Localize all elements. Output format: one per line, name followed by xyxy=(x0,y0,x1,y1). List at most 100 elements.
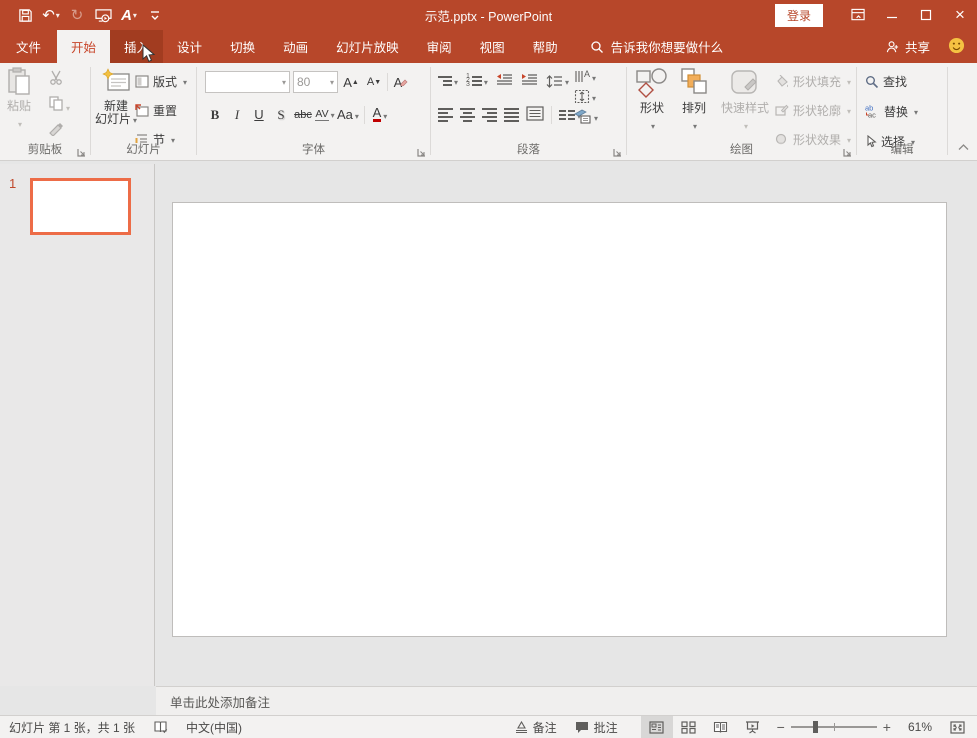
svg-text:ac: ac xyxy=(868,111,876,119)
character-spacing-button[interactable]: AV xyxy=(315,104,335,125)
arrange-button[interactable]: 排列 xyxy=(679,67,709,132)
clear-formatting-button[interactable]: A xyxy=(391,72,411,93)
underline-button[interactable]: U xyxy=(249,104,269,125)
align-text-caret-icon xyxy=(590,90,596,104)
shapes-caret-icon xyxy=(649,118,655,132)
group-paragraph: 123 A 段落 xyxy=(431,63,626,160)
reset-button[interactable]: 重置 xyxy=(135,99,187,121)
save-icon[interactable] xyxy=(14,3,36,27)
reading-view-button[interactable] xyxy=(705,716,737,738)
align-center-button[interactable] xyxy=(460,108,475,122)
qat-letter-button[interactable]: A▾ xyxy=(118,3,140,27)
tab-design[interactable]: 设计 xyxy=(163,30,216,63)
justify-button[interactable] xyxy=(504,108,519,122)
bullets-button[interactable] xyxy=(438,74,458,88)
shape-fill-label: 形状填充 xyxy=(793,73,841,90)
shape-outline-caret-icon xyxy=(845,103,851,117)
ribbon-display-options-button[interactable] xyxy=(841,0,875,30)
tell-me-search[interactable]: 告诉我你想要做什么 xyxy=(572,30,724,63)
replace-button[interactable]: abac 替换 xyxy=(865,100,918,122)
tab-slideshow[interactable]: 幻灯片放映 xyxy=(322,30,413,63)
align-text-button[interactable] xyxy=(574,89,598,104)
close-button[interactable]: × xyxy=(943,0,977,30)
paragraph-group-label: 段落 xyxy=(431,141,626,157)
sign-in-button[interactable]: 登录 xyxy=(775,4,823,27)
clipboard-dialog-launcher-icon[interactable] xyxy=(77,146,87,156)
slide-sorter-view-button[interactable] xyxy=(673,716,705,738)
editing-group-label: 编辑 xyxy=(857,141,947,157)
zoom-controls: − + xyxy=(769,719,899,735)
bold-button[interactable]: B xyxy=(205,104,225,125)
slideshow-view-button[interactable] xyxy=(737,716,769,738)
layout-label: 版式 xyxy=(153,73,177,90)
font-name-combobox[interactable]: ▾ xyxy=(205,71,290,93)
tab-animations[interactable]: 动画 xyxy=(269,30,322,63)
align-right-button[interactable] xyxy=(482,108,497,122)
normal-view-button[interactable] xyxy=(641,716,673,738)
slide-thumbnail-1[interactable] xyxy=(30,178,131,235)
ribbon-home: 粘贴 剪贴板 新建 幻灯片 版式 xyxy=(0,63,977,161)
minimize-button[interactable] xyxy=(875,0,909,30)
increase-indent-button[interactable] xyxy=(521,73,538,89)
decrease-font-size-button[interactable]: A▼ xyxy=(364,72,384,93)
convert-smartart-button[interactable] xyxy=(574,109,598,124)
shapes-button[interactable]: 形状 xyxy=(635,67,669,132)
font-size-combobox[interactable]: 80▾ xyxy=(293,71,338,93)
italic-button[interactable]: I xyxy=(227,104,247,125)
slide-counter: 幻灯片 第 1 张，共 1 张 xyxy=(0,716,144,738)
text-direction-button[interactable]: A xyxy=(574,69,598,84)
zoom-in-button[interactable]: + xyxy=(883,719,891,735)
paragraph-dialog-launcher-icon[interactable] xyxy=(613,146,623,156)
tab-insert[interactable]: 插入 xyxy=(110,30,163,63)
zoom-slider[interactable] xyxy=(791,726,877,728)
zoom-percentage[interactable]: 61% xyxy=(899,716,941,738)
tab-help[interactable]: 帮助 xyxy=(519,30,572,63)
qat-letter-caret-icon: ▾ xyxy=(133,11,137,20)
notes-pane[interactable]: 单击此处添加备注 xyxy=(156,686,977,715)
tab-view[interactable]: 视图 xyxy=(466,30,519,63)
customize-qat-button[interactable] xyxy=(144,3,166,27)
collapse-ribbon-button[interactable] xyxy=(958,140,969,154)
line-spacing-button[interactable] xyxy=(546,74,569,88)
undo-button[interactable]: ↶▾ xyxy=(40,3,62,27)
font-color-caret-icon xyxy=(381,107,387,122)
find-button[interactable]: 查找 xyxy=(865,70,918,92)
start-slideshow-button[interactable] xyxy=(92,3,114,27)
numbering-button[interactable]: 123 xyxy=(466,74,488,88)
maximize-button[interactable] xyxy=(909,0,943,30)
notes-toggle-button[interactable]: 备注 xyxy=(506,716,566,738)
text-shadow-button[interactable]: S xyxy=(271,104,291,125)
tab-file[interactable]: 文件 xyxy=(0,30,57,63)
comments-toggle-button[interactable]: 批注 xyxy=(566,716,627,738)
strikethrough-button[interactable]: abc xyxy=(293,104,313,125)
distribute-text-button[interactable] xyxy=(526,106,544,124)
zoom-slider-handle[interactable] xyxy=(813,721,818,733)
paste-icon xyxy=(6,67,32,97)
tab-transitions[interactable]: 切换 xyxy=(216,30,269,63)
language-button[interactable]: 中文(中国) xyxy=(177,716,251,738)
font-dialog-launcher-icon[interactable] xyxy=(417,146,427,156)
slide-canvas[interactable] xyxy=(172,202,947,637)
tab-home[interactable]: 开始 xyxy=(57,30,110,63)
close-icon: × xyxy=(955,5,965,25)
quick-access-toolbar: ↶▾ ↻ A▾ xyxy=(0,3,166,27)
decrease-indent-button[interactable] xyxy=(496,73,513,89)
increase-font-size-button[interactable]: A▲ xyxy=(341,72,361,93)
share-button[interactable]: 共享 xyxy=(885,37,930,56)
copy-button xyxy=(48,96,70,114)
smiley-feedback-button[interactable] xyxy=(948,37,965,57)
new-slide-button[interactable]: 新建 幻灯片 xyxy=(95,67,137,127)
shape-outline-button: 形状轮廓 xyxy=(775,99,851,121)
align-left-button[interactable] xyxy=(438,108,453,122)
layout-button[interactable]: 版式 xyxy=(135,70,187,92)
change-case-button[interactable]: Aa xyxy=(337,104,359,125)
font-color-button[interactable]: A xyxy=(370,104,390,125)
spellcheck-book-icon xyxy=(153,720,168,734)
comments-icon xyxy=(575,721,589,734)
fit-slide-to-window-button[interactable] xyxy=(941,716,977,738)
tab-review[interactable]: 审阅 xyxy=(413,30,466,63)
drawing-dialog-launcher-icon[interactable] xyxy=(843,146,853,156)
zoom-out-button[interactable]: − xyxy=(777,719,785,735)
spellcheck-button[interactable] xyxy=(144,716,177,738)
change-case-caret-icon xyxy=(353,107,359,122)
